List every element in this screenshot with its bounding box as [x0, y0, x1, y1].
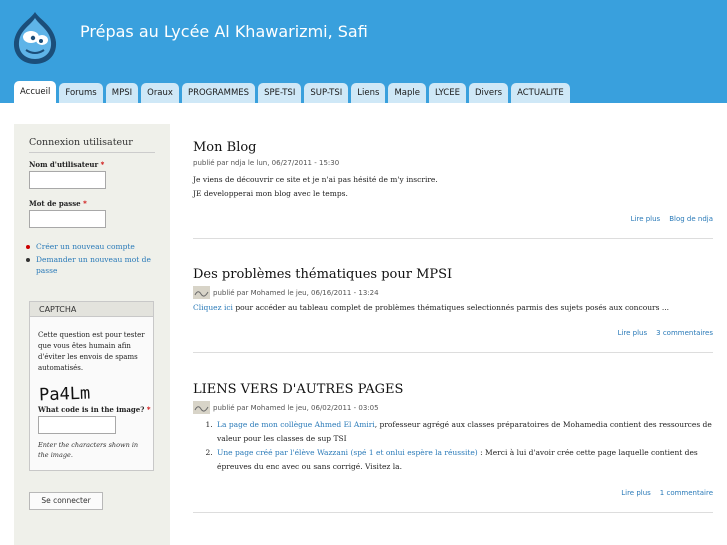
tab-oraux[interactable]: Oraux — [141, 83, 179, 103]
read-more-link[interactable]: Lire plus — [618, 329, 648, 337]
primary-tabs: Accueil Forums MPSI Oraux PROGRAMMES SPE… — [14, 81, 570, 103]
post-divider — [193, 238, 713, 239]
captcha-title: CAPTCHA — [30, 302, 153, 317]
list-item: La page de mon collègue Ahmed El Amiri, … — [215, 418, 713, 446]
captcha-description: Cette question est pour tester que vous … — [38, 331, 145, 372]
post-links: Lire plus Blog de ndja — [631, 215, 713, 223]
tab-mpsi[interactable]: MPSI — [105, 83, 139, 103]
links-list: La page de mon collègue Ahmed El Amiri, … — [215, 418, 713, 474]
post-body: Je viens de découvrir ce site et je n'ai… — [193, 175, 438, 198]
captcha-image: Pa4Lm — [39, 384, 91, 403]
click-here-link[interactable]: Cliquez ici — [193, 303, 233, 312]
tab-lycee[interactable]: LYCEE — [428, 83, 466, 103]
user-blog-link[interactable]: Blog de ndja — [669, 215, 713, 223]
drupal-logo-icon[interactable] — [10, 10, 60, 66]
captcha-fieldset: CAPTCHA Cette question est pour tester q… — [29, 301, 154, 471]
post-meta: publié par Mohamed le jeu, 06/16/2011 - … — [193, 286, 713, 299]
post-meta: publié par Mohamed le jeu, 06/02/2011 - … — [193, 401, 713, 414]
tab-liens[interactable]: Liens — [351, 83, 386, 103]
tab-spe-tsi[interactable]: SPE-TSI — [258, 83, 302, 103]
post-mon-blog: Mon Blog publié par ndja le lun, 06/27/2… — [193, 140, 713, 223]
captcha-input[interactable] — [38, 416, 116, 434]
tab-divers[interactable]: Divers — [468, 83, 509, 103]
site-name[interactable]: Prépas au Lycée Al Khawarizmi, Safi — [80, 22, 368, 41]
tab-accueil[interactable]: Accueil — [14, 81, 57, 103]
post-divider — [193, 512, 713, 513]
bullet-icon — [26, 245, 30, 249]
tab-actualite[interactable]: ACTUALITE — [511, 83, 570, 103]
comments-link[interactable]: 1 commentaire — [660, 489, 713, 497]
password-input[interactable] — [29, 210, 106, 228]
login-submit-button[interactable]: Se connecter — [29, 492, 103, 510]
post-divider — [193, 352, 713, 353]
post-problemes-mpsi: Des problèmes thématiques pour MPSI publ… — [193, 267, 713, 337]
login-links: Créer un nouveau compte Demander un nouv… — [24, 241, 164, 278]
user-avatar-icon — [193, 286, 210, 299]
captcha-hint: Enter the characters shown in the image. — [38, 441, 139, 459]
login-block-title: Connexion utilisateur — [29, 137, 155, 153]
post-meta: publié par ndja le lun, 06/27/2011 - 15:… — [193, 159, 340, 167]
request-password-link[interactable]: Demander un nouveau mot de passe — [24, 254, 164, 276]
post-body: Cliquez ici pour accéder au tableau comp… — [193, 303, 670, 312]
create-account-link[interactable]: Créer un nouveau compte — [24, 241, 164, 252]
post-links: Lire plus 3 commentaires — [618, 329, 713, 337]
tab-programmes[interactable]: PROGRAMMES — [181, 83, 256, 103]
tab-maple[interactable]: Maple — [388, 83, 426, 103]
tab-sup-tsi[interactable]: SUP-TSI — [304, 83, 349, 103]
bullet-icon — [26, 258, 30, 262]
svg-text:Pa4Lm: Pa4Lm — [39, 384, 91, 403]
post-links: Lire plus 1 commentaire — [621, 489, 713, 497]
username-label: Nom d'utilisateur * — [29, 160, 105, 169]
post-title[interactable]: Des problèmes thématiques pour MPSI — [193, 267, 713, 282]
user-avatar-icon — [193, 401, 210, 414]
site-header: Prépas au Lycée Al Khawarizmi, Safi Accu… — [0, 0, 727, 103]
post-liens: LIENS VERS D'AUTRES PAGES publié par Moh… — [193, 382, 713, 497]
post-title[interactable]: Mon Blog — [193, 140, 713, 155]
read-more-link[interactable]: Lire plus — [631, 215, 661, 223]
post-title[interactable]: LIENS VERS D'AUTRES PAGES — [193, 382, 713, 397]
list-item: Une page créé par l'élève Wazzani (spé 1… — [215, 446, 713, 474]
tab-forums[interactable]: Forums — [59, 83, 103, 103]
username-input[interactable] — [29, 171, 106, 189]
captcha-question: What code is in the image? * — [38, 405, 151, 414]
sidebar-login-block: Connexion utilisateur Nom d'utilisateur … — [14, 124, 170, 545]
comments-link[interactable]: 3 commentaires — [656, 329, 713, 337]
password-label: Mot de passe * — [29, 199, 87, 208]
read-more-link[interactable]: Lire plus — [621, 489, 651, 497]
